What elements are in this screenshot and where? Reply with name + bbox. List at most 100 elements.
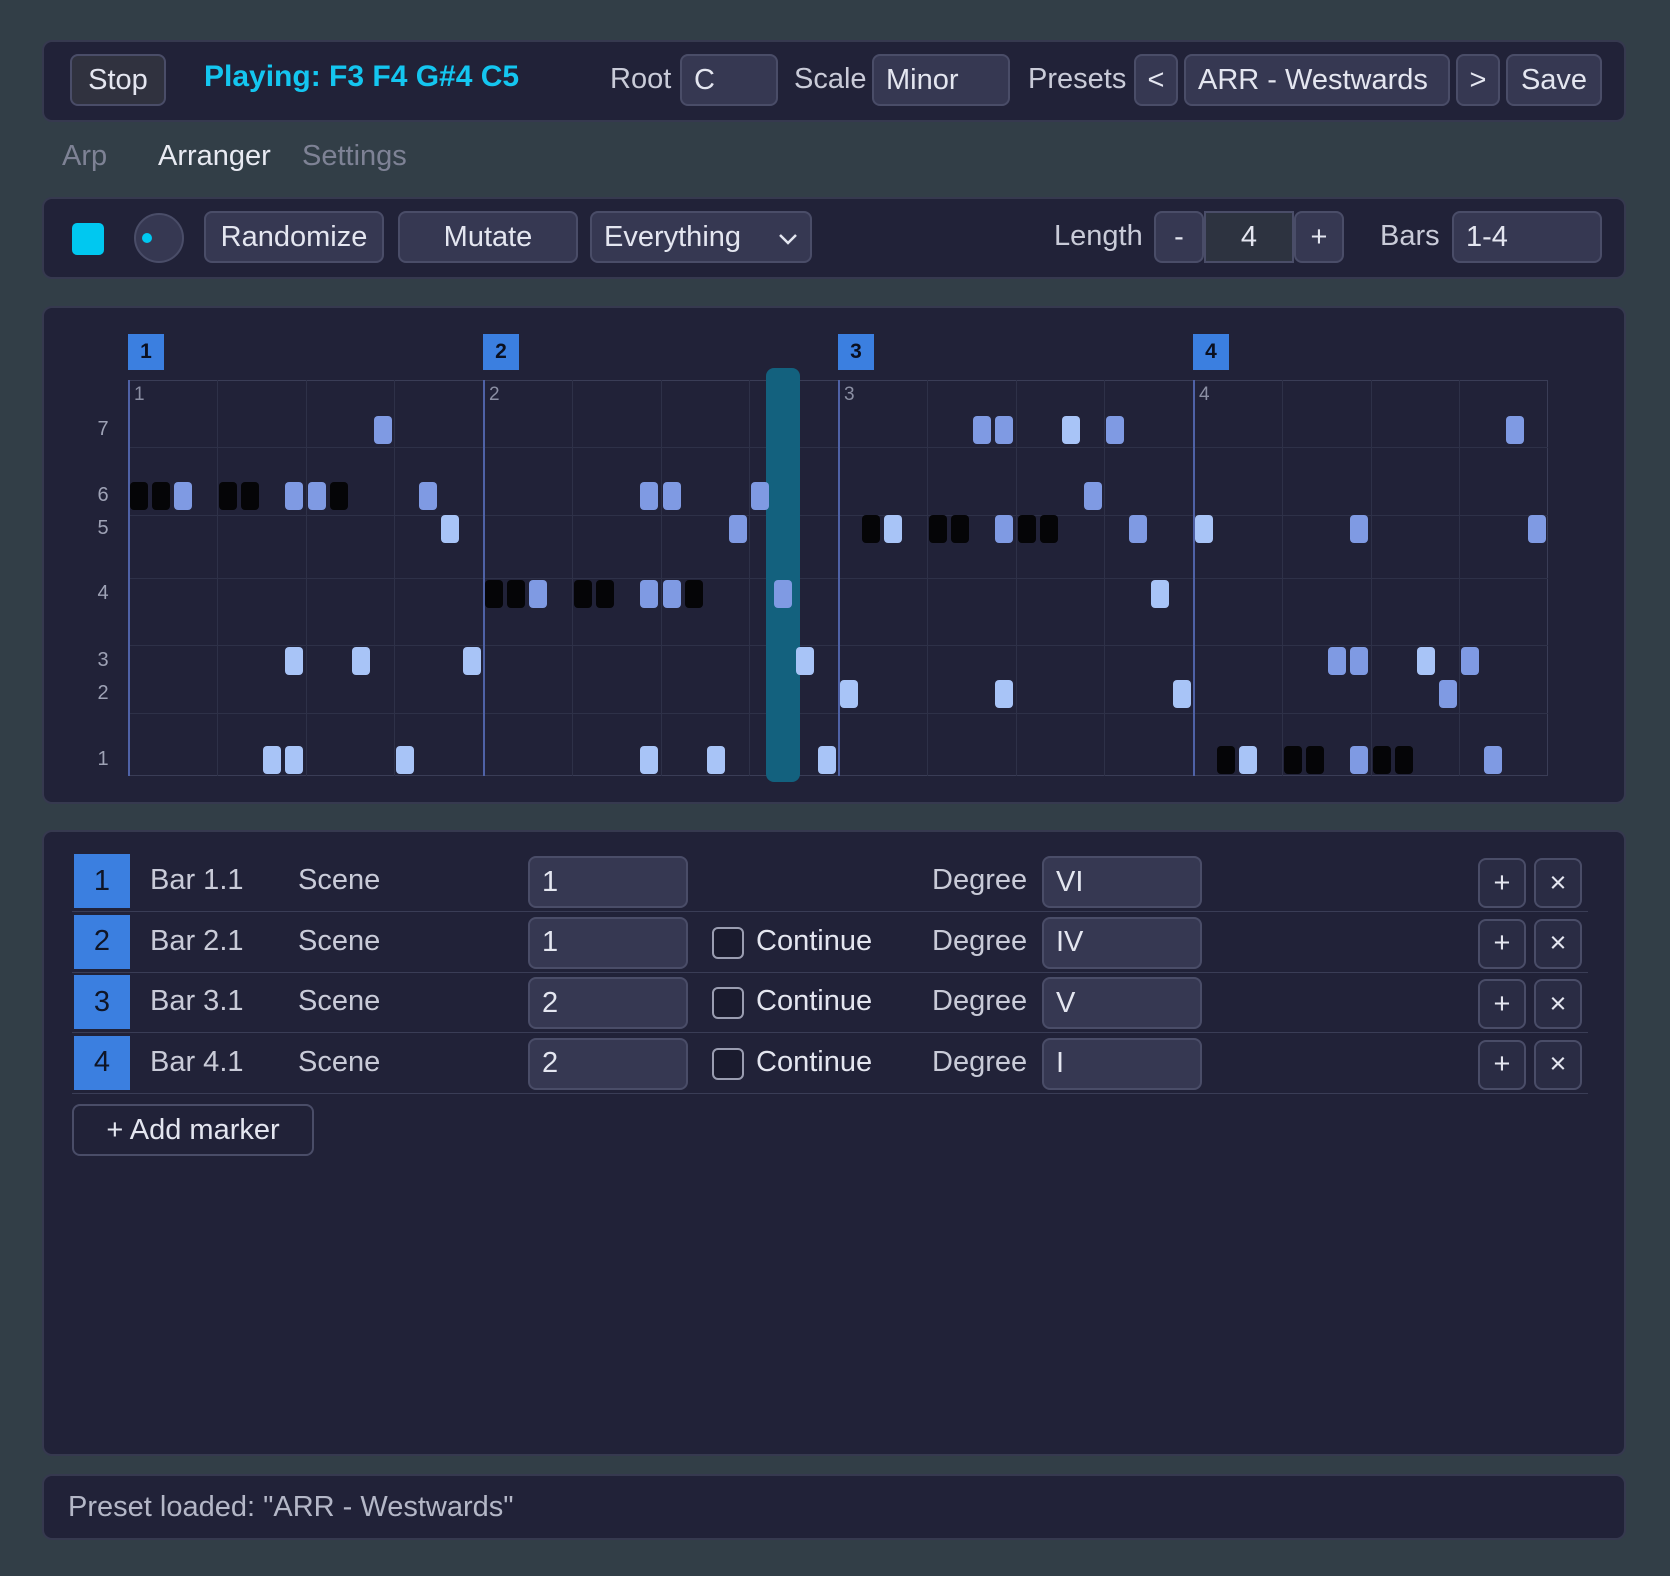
note[interactable] bbox=[596, 580, 615, 608]
insert-marker-button[interactable]: + bbox=[1478, 858, 1526, 908]
note-grid[interactable]: 1 1 2 2 3 3 4 4 7 6 5 4 3 2 1 bbox=[44, 308, 1624, 802]
note[interactable] bbox=[1150, 580, 1169, 608]
bar-marker[interactable]: 1 bbox=[128, 334, 164, 370]
remove-marker-button[interactable]: × bbox=[1534, 918, 1582, 969]
note[interactable] bbox=[795, 647, 814, 675]
note[interactable] bbox=[1039, 515, 1058, 543]
insert-marker-button[interactable]: + bbox=[1478, 1039, 1526, 1090]
note[interactable] bbox=[1084, 482, 1103, 510]
playhead[interactable] bbox=[765, 368, 800, 782]
note[interactable] bbox=[640, 580, 659, 608]
note[interactable] bbox=[1239, 746, 1258, 774]
note[interactable] bbox=[174, 482, 193, 510]
bar-marker[interactable]: 3 bbox=[838, 334, 874, 370]
note[interactable] bbox=[374, 416, 393, 444]
note[interactable] bbox=[1350, 746, 1369, 774]
note[interactable] bbox=[1195, 515, 1214, 543]
remove-marker-button[interactable]: × bbox=[1534, 858, 1582, 908]
note[interactable] bbox=[773, 580, 792, 608]
note[interactable] bbox=[1017, 515, 1036, 543]
note[interactable] bbox=[1283, 746, 1302, 774]
note[interactable] bbox=[462, 647, 481, 675]
preset-prev-button[interactable]: < bbox=[1134, 54, 1178, 106]
marker-index[interactable]: 3 bbox=[74, 975, 130, 1029]
marker-index[interactable]: 4 bbox=[74, 1035, 130, 1090]
bar-marker[interactable]: 2 bbox=[483, 334, 519, 370]
note[interactable] bbox=[862, 515, 881, 543]
bars-field[interactable]: 1-4 bbox=[1452, 211, 1602, 263]
preset-next-button[interactable]: > bbox=[1456, 54, 1500, 106]
note[interactable] bbox=[351, 647, 370, 675]
scene-field[interactable]: 2 bbox=[528, 1037, 688, 1090]
mutate-mode-select[interactable]: Everything bbox=[590, 211, 812, 263]
root-field[interactable]: C bbox=[680, 54, 778, 106]
color-swatch[interactable] bbox=[72, 223, 104, 255]
continue-checkbox[interactable] bbox=[712, 926, 744, 959]
note[interactable] bbox=[152, 482, 171, 510]
note[interactable] bbox=[241, 482, 260, 510]
note[interactable] bbox=[440, 515, 459, 543]
note[interactable] bbox=[751, 482, 770, 510]
note[interactable] bbox=[529, 580, 548, 608]
tab-arranger[interactable]: Arranger bbox=[158, 140, 271, 173]
knob[interactable] bbox=[134, 213, 184, 263]
length-value[interactable]: 4 bbox=[1204, 211, 1294, 263]
degree-field[interactable]: I bbox=[1042, 1037, 1202, 1090]
tab-settings[interactable]: Settings bbox=[302, 140, 407, 173]
length-decrement-button[interactable]: - bbox=[1154, 211, 1204, 263]
add-marker-button[interactable]: + Add marker bbox=[72, 1104, 314, 1156]
note[interactable] bbox=[1217, 746, 1236, 774]
note[interactable] bbox=[1439, 680, 1458, 708]
note[interactable] bbox=[951, 515, 970, 543]
note[interactable] bbox=[662, 482, 681, 510]
insert-marker-button[interactable]: + bbox=[1478, 979, 1526, 1029]
note[interactable] bbox=[1416, 647, 1435, 675]
note[interactable] bbox=[640, 746, 659, 774]
note[interactable] bbox=[706, 746, 725, 774]
note[interactable] bbox=[1527, 515, 1546, 543]
note[interactable] bbox=[1128, 515, 1147, 543]
scene-field[interactable]: 1 bbox=[528, 916, 688, 969]
note[interactable] bbox=[928, 515, 947, 543]
note[interactable] bbox=[485, 580, 504, 608]
note[interactable] bbox=[662, 580, 681, 608]
note[interactable] bbox=[573, 580, 592, 608]
continue-checkbox[interactable] bbox=[712, 987, 744, 1019]
note[interactable] bbox=[995, 515, 1014, 543]
note[interactable] bbox=[1483, 746, 1502, 774]
scene-field[interactable]: 2 bbox=[528, 977, 688, 1029]
note[interactable] bbox=[130, 482, 149, 510]
marker-index[interactable]: 2 bbox=[74, 914, 130, 969]
bar-marker[interactable]: 4 bbox=[1193, 334, 1229, 370]
note[interactable] bbox=[307, 482, 326, 510]
remove-marker-button[interactable]: × bbox=[1534, 979, 1582, 1029]
note[interactable] bbox=[973, 416, 992, 444]
note[interactable] bbox=[1350, 647, 1369, 675]
remove-marker-button[interactable]: × bbox=[1534, 1039, 1582, 1090]
length-increment-button[interactable]: + bbox=[1294, 211, 1344, 263]
note[interactable] bbox=[285, 647, 304, 675]
note[interactable] bbox=[1306, 746, 1325, 774]
note[interactable] bbox=[640, 482, 659, 510]
continue-checkbox[interactable] bbox=[712, 1047, 744, 1080]
note[interactable] bbox=[1350, 515, 1369, 543]
note[interactable] bbox=[884, 515, 903, 543]
randomize-button[interactable]: Randomize bbox=[204, 211, 384, 263]
note[interactable] bbox=[1372, 746, 1391, 774]
insert-marker-button[interactable]: + bbox=[1478, 918, 1526, 969]
degree-field[interactable]: V bbox=[1042, 977, 1202, 1029]
degree-field[interactable]: IV bbox=[1042, 916, 1202, 969]
note[interactable] bbox=[729, 515, 748, 543]
note[interactable] bbox=[285, 482, 304, 510]
save-button[interactable]: Save bbox=[1506, 54, 1602, 106]
scene-field[interactable]: 1 bbox=[528, 856, 688, 908]
tab-arp[interactable]: Arp bbox=[62, 140, 107, 173]
note[interactable] bbox=[285, 746, 304, 774]
note[interactable] bbox=[817, 746, 836, 774]
note[interactable] bbox=[1061, 416, 1080, 444]
note[interactable] bbox=[995, 680, 1014, 708]
degree-field[interactable]: VI bbox=[1042, 856, 1202, 908]
note[interactable] bbox=[995, 416, 1014, 444]
note[interactable] bbox=[218, 482, 237, 510]
marker-index[interactable]: 1 bbox=[74, 854, 130, 908]
